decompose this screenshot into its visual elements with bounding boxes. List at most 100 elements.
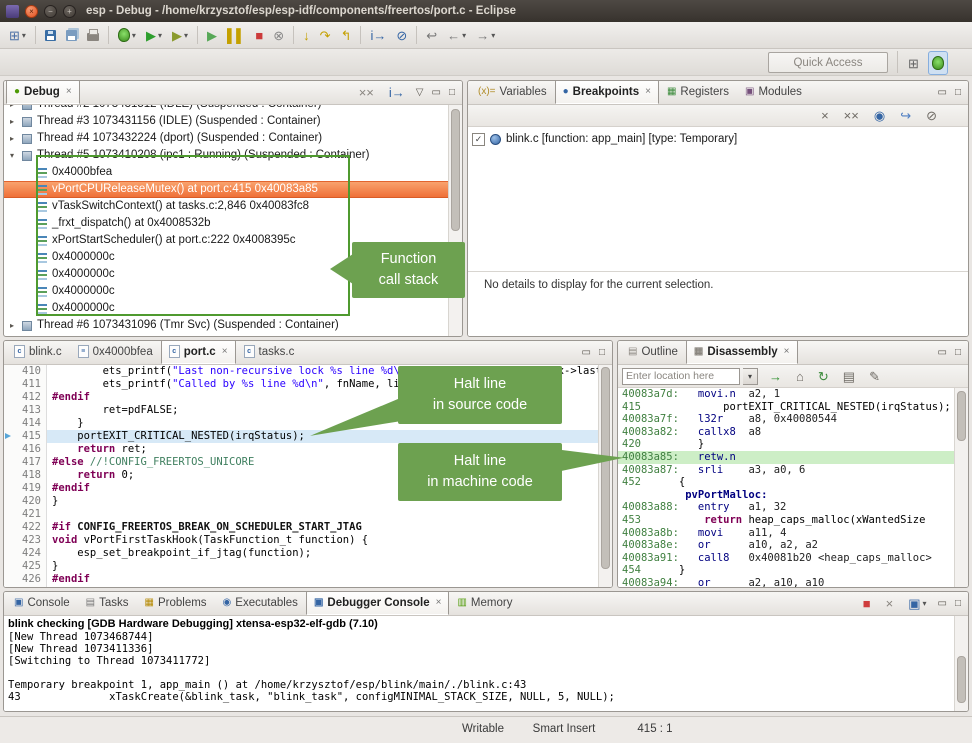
code-line[interactable]: #endif xyxy=(47,391,598,404)
run-icon[interactable]: ▶▾ xyxy=(142,23,166,47)
close-button[interactable]: × xyxy=(25,5,38,18)
disassembly-line[interactable]: 40083a87: srli a3, a0, 6 xyxy=(618,464,955,477)
location-dropdown-icon[interactable]: ▾ xyxy=(743,368,758,385)
dropdown-arrow-icon[interactable]: ▾ xyxy=(462,31,466,40)
debug-thread-row[interactable]: ▸Thread #3 1073431156 (IDLE) (Suspended … xyxy=(4,113,449,130)
track-expression-icon[interactable]: ✎ xyxy=(865,364,884,388)
disassembly-line[interactable]: 40083a91: call8 0x40081b20 <heap_caps_ma… xyxy=(618,552,955,565)
instruction-stepping-mode-icon[interactable]: i→ xyxy=(385,81,409,105)
tab-variables[interactable]: (x)=Variables xyxy=(470,80,555,104)
disassembly-line[interactable]: 453 return heap_caps_malloc(xWantedSize xyxy=(618,514,955,527)
terminate-icon[interactable]: ■ xyxy=(251,23,267,47)
smart-insert-status[interactable]: Smart Insert xyxy=(516,723,612,735)
debug-thread-row[interactable]: ▸Thread #6 1073431096 (Tmr Svc) (Suspend… xyxy=(4,317,449,334)
debug-perspective-icon[interactable] xyxy=(928,51,948,75)
scrollbar-thumb[interactable] xyxy=(957,391,966,441)
dropdown-arrow-icon[interactable]: ▾ xyxy=(184,31,188,40)
print-icon[interactable] xyxy=(83,23,103,47)
disassembly-line[interactable]: 415 portEXIT_CRITICAL_NESTED(irqStatus); xyxy=(618,401,955,414)
back-icon[interactable]: ←▾ xyxy=(443,23,470,47)
code-line[interactable]: return ret; xyxy=(47,443,598,456)
stack-frame-row[interactable]: 0x4000000c xyxy=(4,249,449,266)
maximize-icon[interactable]: □ xyxy=(953,87,963,98)
tab-tasks-c[interactable]: ctasks.c xyxy=(236,340,303,364)
stack-frame-row[interactable]: xPortStartScheduler() at port.c:222 0x40… xyxy=(4,232,449,249)
tab-memory[interactable]: ▥Memory xyxy=(449,591,520,615)
console-output[interactable]: blink checking [GDB Hardware Debugging] … xyxy=(4,616,955,711)
terminate-console-icon[interactable]: ■ xyxy=(859,592,875,616)
dropdown-arrow-icon[interactable]: ▾ xyxy=(491,31,495,40)
close-tab-icon[interactable]: × xyxy=(222,346,228,357)
disassembly-line[interactable]: 40083a7f: l32r a8, 0x40080544 xyxy=(618,413,955,426)
minimize-button[interactable]: − xyxy=(44,5,57,18)
suspend-icon[interactable]: ▌▌ xyxy=(223,23,249,47)
last-edit-location-icon[interactable]: ↩ xyxy=(422,23,441,47)
tab-executables[interactable]: ◉Executables xyxy=(215,591,306,615)
debug-thread-row[interactable]: ▸Thread #2 1073431512 (IDLE) (Suspended … xyxy=(4,105,449,113)
twisty-icon[interactable]: ▸ xyxy=(10,130,21,147)
dropdown-arrow-icon[interactable]: ▾ xyxy=(158,31,162,40)
code-line[interactable]: } xyxy=(47,560,598,573)
minimize-icon[interactable]: ▭ xyxy=(936,598,949,609)
external-tools-icon[interactable]: ▶▾ xyxy=(168,23,192,47)
code-line[interactable]: esp_set_breakpoint_if_jtag(function); xyxy=(47,547,598,560)
twisty-icon[interactable]: ▸ xyxy=(10,317,21,334)
code-line[interactable]: return 0; xyxy=(47,469,598,482)
debug-tree[interactable]: ▸Thread #2 1073431512 (IDLE) (Suspended … xyxy=(4,105,449,336)
maximize-icon[interactable]: □ xyxy=(447,87,457,98)
code-line[interactable]: void vPortFirstTaskHook(TaskFunction_t f… xyxy=(47,534,598,547)
debug-scrollbar[interactable] xyxy=(448,105,462,336)
remove-all-breakpoints-icon[interactable]: ×× xyxy=(840,104,863,128)
step-over-icon[interactable]: ↷ xyxy=(316,23,335,47)
save-icon[interactable] xyxy=(41,23,60,47)
show-breakpoints-for-target-icon[interactable]: ◉ xyxy=(870,104,889,128)
stack-frame-row[interactable]: _frxt_dispatch() at 0x4008532b xyxy=(4,215,449,232)
disassembly-line[interactable]: 40083a8e: or a10, a2, a2 xyxy=(618,539,955,552)
scrollbar-thumb[interactable] xyxy=(957,656,966,703)
instruction-stepping-icon[interactable]: i→ xyxy=(366,23,390,47)
breakpoint-item[interactable]: ✓ blink.c [function: app_main] [type: Te… xyxy=(468,127,968,151)
refresh-icon[interactable]: ↻ xyxy=(814,364,833,388)
debug-thread-row[interactable]: ▸Thread #4 1073432224 (dport) (Suspended… xyxy=(4,130,449,147)
step-return-icon[interactable]: ↰ xyxy=(337,23,356,47)
debug-icon[interactable]: ▾ xyxy=(114,23,140,47)
maximize-button[interactable]: + xyxy=(63,5,76,18)
show-source-icon[interactable]: ▤ xyxy=(839,364,859,388)
display-selected-console-icon[interactable]: ▣▾ xyxy=(904,592,930,616)
disassembly-line[interactable]: 454 } xyxy=(618,564,955,577)
code-line[interactable]: ets_printf("Last non-recursive lock %s l… xyxy=(47,365,598,378)
new-wizard-icon[interactable]: ⊞▾ xyxy=(5,23,30,47)
editor-body[interactable]: 4104114124134144154164174184194204214224… xyxy=(4,365,612,587)
tab-0x4000bfea[interactable]: ≡0x4000bfea xyxy=(70,340,161,364)
stack-frame-row[interactable]: vTaskSwitchContext() at tasks.c:2,846 0x… xyxy=(4,198,449,215)
close-tab-icon[interactable]: × xyxy=(784,346,790,357)
disassembly-line[interactable]: pvPortMalloc: xyxy=(618,489,955,502)
tab-modules[interactable]: ▣Modules xyxy=(737,80,810,104)
code-line[interactable]: } xyxy=(47,495,598,508)
location-input[interactable]: Enter location here xyxy=(622,368,740,385)
minimize-icon[interactable]: ▭ xyxy=(580,347,593,358)
disassembly-line[interactable]: 40083a88: entry a1, 32 xyxy=(618,501,955,514)
debug-thread-row[interactable]: ▾Thread #5 1073410208 (ipc1 : Running) (… xyxy=(4,147,449,164)
detail-pane-divider[interactable] xyxy=(468,271,968,272)
dropdown-arrow-icon[interactable]: ▾ xyxy=(22,31,26,40)
code-area[interactable]: ets_printf("Last non-recursive lock %s l… xyxy=(47,365,598,587)
disassembly-line[interactable]: 40083a8b: movi a11, 4 xyxy=(618,527,955,540)
maximize-icon[interactable]: □ xyxy=(597,347,607,358)
title-bar[interactable]: × − + esp - Debug - /home/krzysztof/esp/… xyxy=(0,0,972,22)
locate-pc-icon[interactable]: → xyxy=(765,364,786,388)
code-line[interactable]: } xyxy=(47,417,598,430)
remove-all-terminated-icon[interactable]: ×× xyxy=(355,81,378,105)
skip-all-breakpoints-icon[interactable]: ⊘ xyxy=(392,23,411,47)
disassembly-line[interactable]: 420 } xyxy=(618,438,955,451)
close-tab-icon[interactable]: × xyxy=(436,597,442,608)
code-line[interactable]: #endif xyxy=(47,482,598,495)
go-to-file-icon[interactable]: ↪ xyxy=(896,104,915,128)
close-tab-icon[interactable]: × xyxy=(66,86,72,97)
tab-breakpoints[interactable]: ●Breakpoints× xyxy=(555,80,659,104)
close-tab-icon[interactable]: × xyxy=(645,86,651,97)
console-scrollbar[interactable] xyxy=(954,616,968,711)
skip-all-breakpoints-icon[interactable]: ⊘ xyxy=(922,104,941,128)
save-all-icon[interactable] xyxy=(62,23,81,47)
tab-tasks[interactable]: ▤Tasks xyxy=(78,591,137,615)
